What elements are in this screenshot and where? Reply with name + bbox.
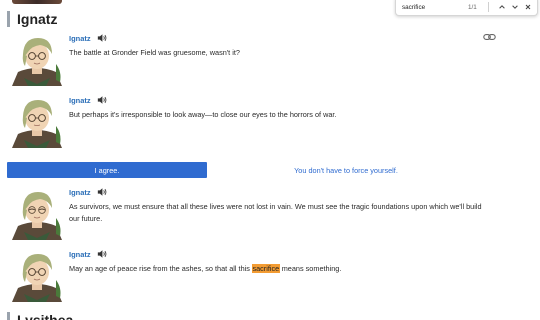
choice-agree-button[interactable]: I agree. bbox=[7, 162, 207, 178]
speaker-row: Ignatz bbox=[69, 94, 490, 106]
message-text-after: means something. bbox=[279, 264, 342, 273]
speaker-name: Ignatz bbox=[69, 249, 91, 259]
section-bar bbox=[7, 11, 10, 27]
message-text-before: May an age of peace rise from the ashes,… bbox=[69, 264, 252, 273]
find-next-button[interactable] bbox=[510, 1, 521, 13]
choice-alternate-option[interactable]: You don't have to force yourself. bbox=[207, 162, 485, 178]
find-bar: 1/1 bbox=[395, 0, 538, 16]
find-separator bbox=[487, 1, 489, 12]
chevron-up-icon bbox=[499, 4, 505, 9]
chevron-down-icon bbox=[512, 4, 518, 9]
find-match-count: 1/1 bbox=[468, 4, 477, 11]
section-header: Lysithea bbox=[7, 312, 73, 320]
search-highlight: sacrifice bbox=[251, 264, 280, 273]
ignatz-portrait bbox=[12, 100, 62, 148]
choice-row: I agree. You don't have to force yoursel… bbox=[7, 162, 485, 178]
ignatz-portrait bbox=[12, 254, 62, 302]
message-body: Ignatz May an age of peace rise from the… bbox=[69, 248, 490, 275]
speaker-row: Ignatz bbox=[69, 248, 490, 260]
message-body: Ignatz But perhaps it's irresponsible to… bbox=[69, 94, 490, 121]
speaker-icon[interactable] bbox=[97, 249, 107, 259]
message-text: May an age of peace rise from the ashes,… bbox=[69, 263, 489, 275]
speaker-name: Ignatz bbox=[69, 33, 91, 43]
speaker-name: Ignatz bbox=[69, 187, 91, 197]
section-title: Lysithea bbox=[17, 312, 74, 320]
speaker-icon[interactable] bbox=[97, 95, 107, 105]
speaker-row: Ignatz bbox=[69, 186, 490, 198]
message-text: As survivors, we must ensure that all th… bbox=[69, 202, 482, 223]
page: Ignatz Ignatz The battle at Gronder Fiel… bbox=[0, 0, 540, 320]
section-bar bbox=[7, 312, 10, 320]
ignatz-portrait bbox=[12, 192, 62, 240]
close-icon bbox=[525, 4, 530, 9]
section-header: Ignatz bbox=[7, 11, 57, 27]
message-text: The battle at Gronder Field was gruesome… bbox=[69, 48, 240, 57]
speaker-row: Ignatz bbox=[69, 32, 490, 44]
section-title: Ignatz bbox=[17, 11, 58, 27]
ignatz-portrait bbox=[12, 38, 62, 86]
find-previous-button[interactable] bbox=[497, 1, 508, 13]
message-body: Ignatz The battle at Gronder Field was g… bbox=[69, 32, 490, 59]
find-close-button[interactable] bbox=[522, 1, 533, 13]
find-input[interactable] bbox=[402, 2, 464, 11]
speaker-icon[interactable] bbox=[97, 187, 107, 197]
message-text: But perhaps it's irresponsible to look a… bbox=[69, 110, 337, 119]
speaker-icon[interactable] bbox=[97, 33, 107, 43]
message-body: Ignatz As survivors, we must ensure that… bbox=[69, 186, 490, 225]
speaker-name: Ignatz bbox=[69, 95, 91, 105]
previous-portrait-fragment bbox=[12, 0, 62, 4]
